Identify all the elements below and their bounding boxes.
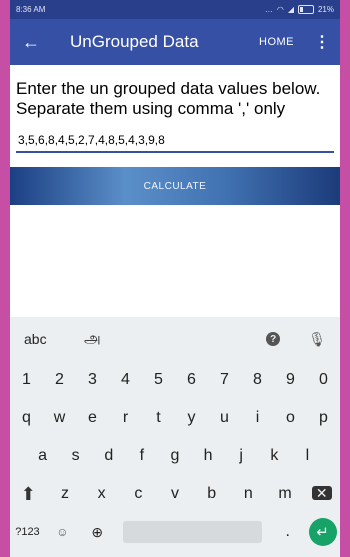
key[interactable]: 2 bbox=[43, 371, 76, 389]
key[interactable]: w bbox=[43, 409, 76, 427]
enter-icon: ↵ bbox=[308, 518, 337, 546]
key[interactable]: n bbox=[230, 485, 267, 503]
key[interactable]: p bbox=[307, 409, 340, 427]
keyboard-mode-label[interactable]: abc bbox=[24, 331, 84, 347]
key[interactable]: 7 bbox=[208, 371, 241, 389]
status-time: 8:36 AM bbox=[16, 5, 46, 14]
globe-icon[interactable]: ⊕ bbox=[80, 524, 115, 541]
key[interactable]: c bbox=[120, 485, 157, 503]
key[interactable]: q bbox=[10, 409, 43, 427]
enter-key[interactable]: ↵ bbox=[305, 518, 340, 546]
status-icons: … ◠ ◢ 21% bbox=[265, 5, 334, 14]
key[interactable]: k bbox=[258, 447, 291, 465]
key[interactable]: 8 bbox=[241, 371, 274, 389]
signal-icon: ◢ bbox=[287, 5, 294, 14]
battery-icon bbox=[297, 5, 314, 14]
key[interactable]: u bbox=[208, 409, 241, 427]
instructions-text: Enter the un grouped data values below. … bbox=[16, 79, 321, 118]
key[interactable]: 1 bbox=[10, 371, 43, 389]
keyboard-bottom-row: ?123 ☺ ⊕ . ↵ bbox=[10, 513, 340, 551]
period-key[interactable]: . bbox=[270, 523, 305, 541]
data-values-input[interactable] bbox=[16, 129, 334, 153]
key[interactable]: o bbox=[274, 409, 307, 427]
key[interactable]: f bbox=[125, 447, 158, 465]
key[interactable]: y bbox=[175, 409, 208, 427]
key[interactable]: j bbox=[225, 447, 258, 465]
keyboard-row-3: ⬆ z x c v b n m ✕ bbox=[10, 475, 340, 513]
keyboard-number-row: 1 2 3 4 5 6 7 8 9 0 bbox=[10, 361, 340, 399]
language-key[interactable]: அ bbox=[84, 330, 266, 349]
home-button[interactable]: HOME bbox=[259, 36, 294, 48]
key[interactable]: t bbox=[142, 409, 175, 427]
key[interactable]: z bbox=[47, 485, 84, 503]
key[interactable]: r bbox=[109, 409, 142, 427]
symbols-key[interactable]: ?123 bbox=[10, 526, 45, 538]
key[interactable]: l bbox=[291, 447, 324, 465]
key[interactable]: i bbox=[241, 409, 274, 427]
key[interactable]: s bbox=[59, 447, 92, 465]
key[interactable]: v bbox=[157, 485, 194, 503]
help-icon[interactable]: ? bbox=[266, 332, 281, 346]
key[interactable]: 3 bbox=[76, 371, 109, 389]
key[interactable]: g bbox=[158, 447, 191, 465]
key[interactable]: e bbox=[76, 409, 109, 427]
more-notifications-icon: … bbox=[264, 5, 273, 14]
key[interactable]: 6 bbox=[175, 371, 208, 389]
key[interactable]: b bbox=[193, 485, 230, 503]
status-bar: 8:36 AM … ◠ ◢ 21% bbox=[10, 0, 340, 19]
app-title: UnGrouped Data bbox=[70, 32, 199, 51]
shift-icon[interactable]: ⬆ bbox=[10, 484, 47, 505]
keyboard-row-1: q w e r t y u i o p bbox=[10, 399, 340, 437]
key[interactable]: 4 bbox=[109, 371, 142, 389]
key[interactable]: d bbox=[92, 447, 125, 465]
keyboard-suggestion-row: abc அ ? 🎙 bbox=[10, 317, 340, 361]
keyboard-row-2: a s d f g h j k l bbox=[10, 437, 340, 475]
space-key[interactable] bbox=[122, 521, 263, 543]
key[interactable]: 0 bbox=[307, 371, 340, 389]
key[interactable]: a bbox=[26, 447, 59, 465]
key[interactable]: x bbox=[83, 485, 120, 503]
app-bar: ← UnGrouped Data HOME ⋮ bbox=[10, 19, 340, 65]
overflow-menu-icon[interactable]: ⋮ bbox=[314, 32, 330, 52]
key[interactable]: h bbox=[192, 447, 225, 465]
key[interactable]: m bbox=[267, 485, 304, 503]
backspace-icon: ✕ bbox=[311, 486, 332, 500]
phone-screen: 8:36 AM … ◠ ◢ 21% ← UnGrouped Data HOME … bbox=[10, 0, 340, 557]
key[interactable]: 5 bbox=[142, 371, 175, 389]
key[interactable]: 9 bbox=[274, 371, 307, 389]
back-arrow-icon[interactable]: ← bbox=[22, 32, 48, 53]
backspace-key[interactable]: ✕ bbox=[303, 485, 340, 503]
soft-keyboard: abc அ ? 🎙 1 2 3 4 5 6 7 8 9 0 q w e r t … bbox=[10, 317, 340, 557]
emoji-icon[interactable]: ☺ bbox=[45, 525, 80, 539]
calculate-button[interactable]: CALCULATE bbox=[10, 167, 340, 205]
microphone-icon[interactable]: 🎙 bbox=[308, 331, 326, 348]
battery-percent: 21% bbox=[317, 5, 334, 14]
wifi-icon: ◠ bbox=[276, 5, 284, 14]
